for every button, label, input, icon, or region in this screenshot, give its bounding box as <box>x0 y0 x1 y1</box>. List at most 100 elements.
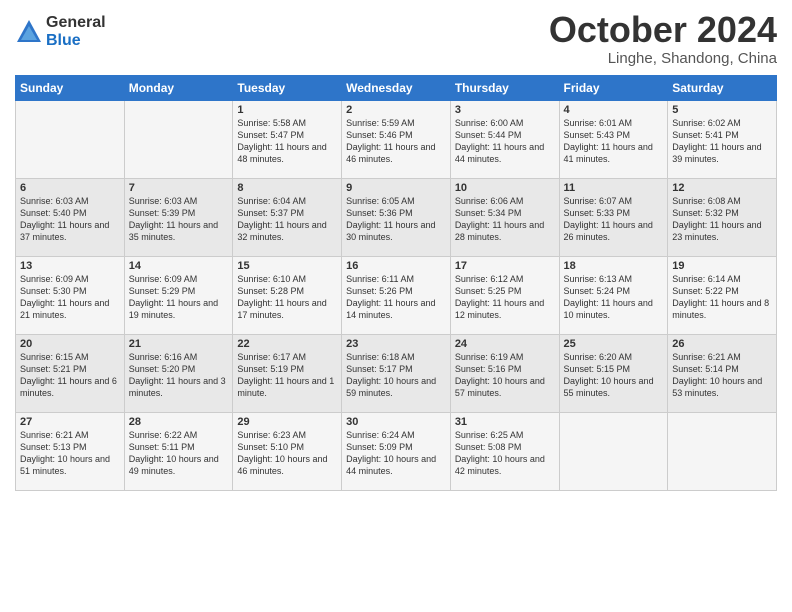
day-number: 1 <box>237 104 337 116</box>
location: Linghe, Shandong, China <box>549 50 777 67</box>
cell-info: Sunrise: 6:23 AM Sunset: 5:10 PM Dayligh… <box>237 429 337 478</box>
day-number: 4 <box>564 104 664 116</box>
day-number: 26 <box>672 338 772 350</box>
cell-info: Sunrise: 6:12 AM Sunset: 5:25 PM Dayligh… <box>455 273 555 322</box>
calendar-cell: 19Sunrise: 6:14 AM Sunset: 5:22 PM Dayli… <box>668 256 777 334</box>
calendar-cell: 9Sunrise: 6:05 AM Sunset: 5:36 PM Daylig… <box>342 178 451 256</box>
logo-icon <box>15 18 43 46</box>
day-number: 27 <box>20 416 120 428</box>
calendar-cell: 30Sunrise: 6:24 AM Sunset: 5:09 PM Dayli… <box>342 412 451 490</box>
day-number: 29 <box>237 416 337 428</box>
calendar-table: Sunday Monday Tuesday Wednesday Thursday… <box>15 75 777 491</box>
cell-info: Sunrise: 6:09 AM Sunset: 5:30 PM Dayligh… <box>20 273 120 322</box>
calendar-cell: 14Sunrise: 6:09 AM Sunset: 5:29 PM Dayli… <box>124 256 233 334</box>
calendar-cell: 17Sunrise: 6:12 AM Sunset: 5:25 PM Dayli… <box>450 256 559 334</box>
cell-info: Sunrise: 6:21 AM Sunset: 5:14 PM Dayligh… <box>672 351 772 400</box>
calendar-cell: 26Sunrise: 6:21 AM Sunset: 5:14 PM Dayli… <box>668 334 777 412</box>
cell-info: Sunrise: 6:20 AM Sunset: 5:15 PM Dayligh… <box>564 351 664 400</box>
calendar-cell: 5Sunrise: 6:02 AM Sunset: 5:41 PM Daylig… <box>668 100 777 178</box>
calendar-cell: 27Sunrise: 6:21 AM Sunset: 5:13 PM Dayli… <box>16 412 125 490</box>
calendar-cell: 23Sunrise: 6:18 AM Sunset: 5:17 PM Dayli… <box>342 334 451 412</box>
calendar-cell: 29Sunrise: 6:23 AM Sunset: 5:10 PM Dayli… <box>233 412 342 490</box>
calendar-cell: 16Sunrise: 6:11 AM Sunset: 5:26 PM Dayli… <box>342 256 451 334</box>
day-number: 8 <box>237 182 337 194</box>
cell-info: Sunrise: 6:11 AM Sunset: 5:26 PM Dayligh… <box>346 273 446 322</box>
cell-info: Sunrise: 6:10 AM Sunset: 5:28 PM Dayligh… <box>237 273 337 322</box>
day-number: 24 <box>455 338 555 350</box>
cell-info: Sunrise: 6:05 AM Sunset: 5:36 PM Dayligh… <box>346 195 446 244</box>
cell-info: Sunrise: 6:07 AM Sunset: 5:33 PM Dayligh… <box>564 195 664 244</box>
cell-info: Sunrise: 6:09 AM Sunset: 5:29 PM Dayligh… <box>129 273 229 322</box>
cell-info: Sunrise: 6:17 AM Sunset: 5:19 PM Dayligh… <box>237 351 337 400</box>
col-thursday: Thursday <box>450 75 559 100</box>
col-wednesday: Wednesday <box>342 75 451 100</box>
calendar-cell: 15Sunrise: 6:10 AM Sunset: 5:28 PM Dayli… <box>233 256 342 334</box>
calendar-cell: 8Sunrise: 6:04 AM Sunset: 5:37 PM Daylig… <box>233 178 342 256</box>
calendar-cell: 6Sunrise: 6:03 AM Sunset: 5:40 PM Daylig… <box>16 178 125 256</box>
calendar-cell: 2Sunrise: 5:59 AM Sunset: 5:46 PM Daylig… <box>342 100 451 178</box>
calendar-cell: 11Sunrise: 6:07 AM Sunset: 5:33 PM Dayli… <box>559 178 668 256</box>
day-number: 18 <box>564 260 664 272</box>
calendar-row-4: 20Sunrise: 6:15 AM Sunset: 5:21 PM Dayli… <box>16 334 777 412</box>
cell-info: Sunrise: 6:04 AM Sunset: 5:37 PM Dayligh… <box>237 195 337 244</box>
calendar-cell <box>16 100 125 178</box>
cell-info: Sunrise: 6:03 AM Sunset: 5:40 PM Dayligh… <box>20 195 120 244</box>
calendar-cell: 3Sunrise: 6:00 AM Sunset: 5:44 PM Daylig… <box>450 100 559 178</box>
col-monday: Monday <box>124 75 233 100</box>
day-number: 10 <box>455 182 555 194</box>
cell-info: Sunrise: 6:03 AM Sunset: 5:39 PM Dayligh… <box>129 195 229 244</box>
col-saturday: Saturday <box>668 75 777 100</box>
day-number: 11 <box>564 182 664 194</box>
calendar-row-5: 27Sunrise: 6:21 AM Sunset: 5:13 PM Dayli… <box>16 412 777 490</box>
calendar-cell: 25Sunrise: 6:20 AM Sunset: 5:15 PM Dayli… <box>559 334 668 412</box>
cell-info: Sunrise: 6:21 AM Sunset: 5:13 PM Dayligh… <box>20 429 120 478</box>
col-tuesday: Tuesday <box>233 75 342 100</box>
cell-info: Sunrise: 5:58 AM Sunset: 5:47 PM Dayligh… <box>237 117 337 166</box>
calendar-cell <box>668 412 777 490</box>
cell-info: Sunrise: 6:15 AM Sunset: 5:21 PM Dayligh… <box>20 351 120 400</box>
cell-info: Sunrise: 5:59 AM Sunset: 5:46 PM Dayligh… <box>346 117 446 166</box>
day-number: 6 <box>20 182 120 194</box>
cell-info: Sunrise: 6:06 AM Sunset: 5:34 PM Dayligh… <box>455 195 555 244</box>
calendar-row-2: 6Sunrise: 6:03 AM Sunset: 5:40 PM Daylig… <box>16 178 777 256</box>
calendar-cell: 18Sunrise: 6:13 AM Sunset: 5:24 PM Dayli… <box>559 256 668 334</box>
cell-info: Sunrise: 6:19 AM Sunset: 5:16 PM Dayligh… <box>455 351 555 400</box>
day-number: 19 <box>672 260 772 272</box>
day-number: 17 <box>455 260 555 272</box>
calendar-row-3: 13Sunrise: 6:09 AM Sunset: 5:30 PM Dayli… <box>16 256 777 334</box>
logo-general-text: General <box>46 14 106 32</box>
header-row: Sunday Monday Tuesday Wednesday Thursday… <box>16 75 777 100</box>
day-number: 30 <box>346 416 446 428</box>
day-number: 23 <box>346 338 446 350</box>
cell-info: Sunrise: 6:01 AM Sunset: 5:43 PM Dayligh… <box>564 117 664 166</box>
cell-info: Sunrise: 6:22 AM Sunset: 5:11 PM Dayligh… <box>129 429 229 478</box>
calendar-cell <box>124 100 233 178</box>
calendar-cell: 10Sunrise: 6:06 AM Sunset: 5:34 PM Dayli… <box>450 178 559 256</box>
calendar-cell: 7Sunrise: 6:03 AM Sunset: 5:39 PM Daylig… <box>124 178 233 256</box>
cell-info: Sunrise: 6:13 AM Sunset: 5:24 PM Dayligh… <box>564 273 664 322</box>
calendar-cell <box>559 412 668 490</box>
day-number: 25 <box>564 338 664 350</box>
calendar-row-1: 1Sunrise: 5:58 AM Sunset: 5:47 PM Daylig… <box>16 100 777 178</box>
header: General Blue October 2024 Linghe, Shando… <box>15 10 777 67</box>
day-number: 2 <box>346 104 446 116</box>
day-number: 20 <box>20 338 120 350</box>
cell-info: Sunrise: 6:00 AM Sunset: 5:44 PM Dayligh… <box>455 117 555 166</box>
calendar-header: Sunday Monday Tuesday Wednesday Thursday… <box>16 75 777 100</box>
logo: General Blue <box>15 14 106 49</box>
calendar-cell: 1Sunrise: 5:58 AM Sunset: 5:47 PM Daylig… <box>233 100 342 178</box>
cell-info: Sunrise: 6:14 AM Sunset: 5:22 PM Dayligh… <box>672 273 772 322</box>
cell-info: Sunrise: 6:02 AM Sunset: 5:41 PM Dayligh… <box>672 117 772 166</box>
day-number: 31 <box>455 416 555 428</box>
logo-blue-text: Blue <box>46 32 106 50</box>
col-sunday: Sunday <box>16 75 125 100</box>
day-number: 16 <box>346 260 446 272</box>
title-block: October 2024 Linghe, Shandong, China <box>549 10 777 67</box>
cell-info: Sunrise: 6:24 AM Sunset: 5:09 PM Dayligh… <box>346 429 446 478</box>
day-number: 7 <box>129 182 229 194</box>
calendar-cell: 13Sunrise: 6:09 AM Sunset: 5:30 PM Dayli… <box>16 256 125 334</box>
logo-text: General Blue <box>46 14 106 49</box>
calendar-cell: 20Sunrise: 6:15 AM Sunset: 5:21 PM Dayli… <box>16 334 125 412</box>
cell-info: Sunrise: 6:18 AM Sunset: 5:17 PM Dayligh… <box>346 351 446 400</box>
day-number: 9 <box>346 182 446 194</box>
